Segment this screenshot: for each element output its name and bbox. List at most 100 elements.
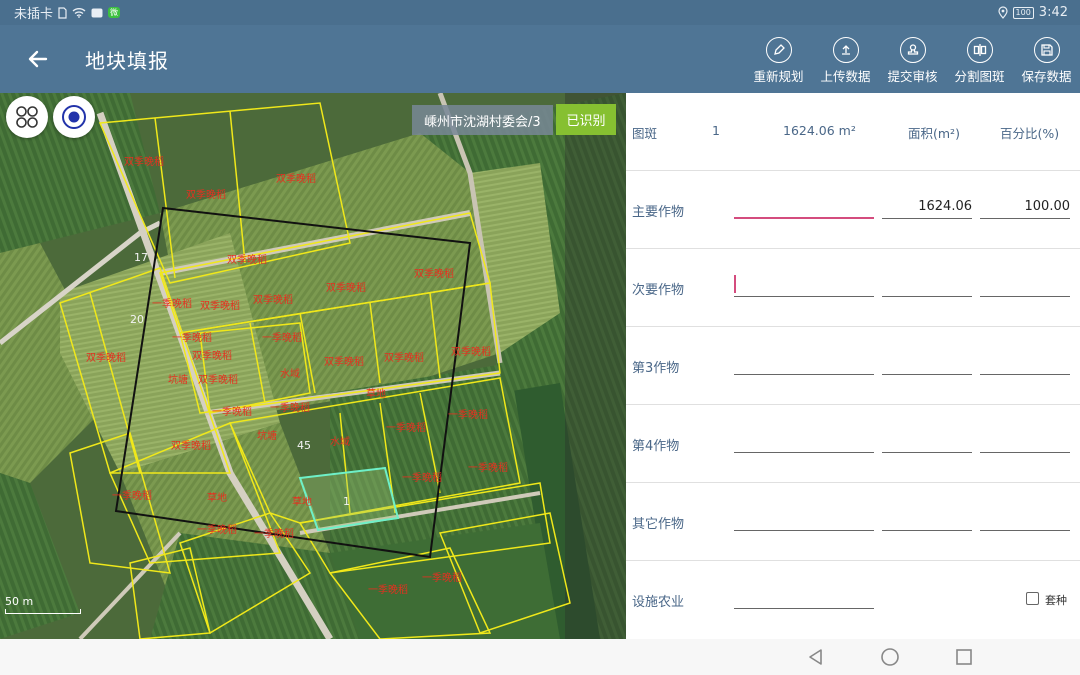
- plot-crop-label: 坑塘: [168, 375, 188, 386]
- main-crop-area-input[interactable]: 1624.06: [882, 197, 972, 219]
- system-nav-bar: [0, 639, 1080, 675]
- replan-label: 重新规划: [753, 69, 804, 84]
- page-title: 地块填报: [85, 49, 169, 73]
- upload-data-label: 上传数据: [820, 69, 871, 84]
- third-crop-area-input[interactable]: [882, 353, 972, 375]
- plot-label: 图斑: [632, 126, 658, 141]
- crop-row-label: 其它作物: [632, 517, 685, 532]
- intercrop-checkbox[interactable]: [1026, 592, 1039, 605]
- plot-crop-label: 双季晚稻: [227, 255, 267, 266]
- plot-crop-label: 一季晚稻: [152, 299, 192, 310]
- split-plot-label: 分割图斑: [954, 69, 1005, 84]
- nav-back-icon[interactable]: [806, 647, 826, 667]
- plot-crop-label: 一季晚稻: [254, 529, 294, 540]
- plot-crop-label: 一季晚稻: [368, 585, 408, 596]
- plot-crop-label: 水域: [330, 437, 350, 448]
- scale-bar: 50 m: [5, 595, 81, 614]
- plot-crop-label: 草地: [292, 497, 312, 508]
- intercrop-label: 套种: [1045, 594, 1067, 607]
- plot-crop-label: 双季晚稻: [384, 353, 424, 364]
- secondary-crop-percent-input[interactable]: [980, 275, 1070, 297]
- plot-id: 1: [712, 123, 720, 138]
- plot-number-label: 1: [343, 495, 350, 508]
- plot-area: 1624.06 m²: [783, 123, 856, 138]
- crop-row-third: 第3作物: [626, 327, 1080, 405]
- plot-crop-label: 双季晚稻: [198, 375, 238, 386]
- other-crop-percent-input[interactable]: [980, 509, 1070, 531]
- plot-crop-label: 草地: [207, 493, 227, 504]
- target-icon: [62, 105, 86, 129]
- plot-crop-label: 双季晚稻: [192, 351, 232, 362]
- upload-data-button[interactable]: 上传数据: [812, 25, 879, 93]
- clock: 3:42: [1038, 5, 1068, 20]
- wifi-icon: [72, 8, 86, 18]
- save-icon: [1033, 37, 1060, 63]
- plot-crop-label: 双季晚稻: [276, 174, 316, 185]
- plot-crop-label: 一季晚稻: [112, 491, 152, 502]
- locate-button[interactable]: [53, 96, 95, 138]
- plot-crop-label: 双季晚稻: [186, 190, 226, 201]
- replan-button[interactable]: 重新规划: [745, 25, 812, 93]
- secondary-crop-area-input[interactable]: [882, 275, 972, 297]
- status-bar: 未插卡 微 100 3:42: [0, 0, 1080, 25]
- plot-crop-label: 一季晚稻: [270, 403, 310, 414]
- plot-crop-label: 双季晚稻: [200, 301, 240, 312]
- grid-layers-icon: [16, 106, 38, 128]
- form-header: 图斑 1 1624.06 m² 面积(m²) 百分比(%): [626, 93, 1080, 171]
- crop-row-other: 其它作物: [626, 483, 1080, 561]
- plot-crop-label: 一季晚稻: [197, 525, 237, 536]
- plot-crop-label: 双季晚稻: [326, 283, 366, 294]
- plot-crop-label: 一季晚稻: [172, 333, 212, 344]
- other-crop-area-input[interactable]: [882, 509, 972, 531]
- app-bar: 地块填报 重新规划 上传数据 提交审核 分割图斑 保存数据: [0, 25, 1080, 93]
- third-crop-input[interactable]: [734, 353, 874, 375]
- plot-crop-label: 双季晚稻: [253, 295, 293, 306]
- sim-status-text: 未插卡: [14, 7, 54, 22]
- percent-column-header: 百分比(%): [1000, 126, 1060, 141]
- plot-crop-label: 一季晚稻: [448, 410, 488, 421]
- fourth-crop-area-input[interactable]: [882, 431, 972, 453]
- submit-review-button[interactable]: 提交审核: [879, 25, 946, 93]
- village-label: 嵊州市沈湖村委会/3: [412, 105, 553, 135]
- battery-icon: 100: [1012, 6, 1034, 19]
- toolbar: 重新规划 上传数据 提交审核 分割图斑 保存数据: [745, 25, 1080, 93]
- layers-button[interactable]: [6, 96, 48, 138]
- fourth-crop-input[interactable]: [734, 431, 874, 453]
- main-crop-percent-input[interactable]: 100.00: [980, 197, 1070, 219]
- facility-row: 设施农业 套种: [626, 561, 1080, 639]
- plot-number-label: 20: [130, 313, 144, 326]
- other-crop-input[interactable]: [734, 509, 874, 531]
- crop-row-secondary: 次要作物: [626, 249, 1080, 327]
- plot-crop-label: 水域: [280, 369, 300, 380]
- nav-home-icon[interactable]: [880, 647, 900, 667]
- third-crop-percent-input[interactable]: [980, 353, 1070, 375]
- plot-crop-label: 一季晚稻: [386, 423, 426, 434]
- crop-row-fourth: 第4作物: [626, 405, 1080, 483]
- nav-recents-icon[interactable]: [954, 647, 974, 667]
- plot-crop-label: 双季晚稻: [451, 347, 491, 358]
- split-icon: [966, 37, 993, 63]
- back-arrow-icon[interactable]: [24, 45, 52, 73]
- stamp-icon: [899, 37, 926, 63]
- save-data-button[interactable]: 保存数据: [1013, 25, 1080, 93]
- facility-input[interactable]: [734, 587, 874, 609]
- fourth-crop-percent-input[interactable]: [980, 431, 1070, 453]
- location-icon: [997, 6, 1008, 19]
- crop-row-label: 次要作物: [632, 283, 685, 298]
- recognized-button[interactable]: 已识别: [556, 104, 616, 135]
- plot-crop-label: 双季晚稻: [171, 441, 211, 452]
- split-plot-button[interactable]: 分割图斑: [946, 25, 1013, 93]
- map-view[interactable]: 嵊州市沈湖村委会/3 已识别 双季晚稻 双季晚稻 双季晚稻 双季晚稻 一季晚稻 双季晚稻双…: [0, 93, 626, 639]
- sim-card-icon: [58, 6, 67, 19]
- plot-number-label: 17: [134, 251, 148, 264]
- crop-row-label: 第4作物: [632, 439, 680, 454]
- area-column-header: 面积(m²): [908, 126, 960, 141]
- secondary-crop-input[interactable]: [734, 275, 874, 297]
- upload-icon: [832, 37, 859, 63]
- main-crop-input[interactable]: [734, 197, 874, 219]
- notification-icon: [91, 8, 103, 17]
- crop-row-main: 主要作物 1624.06 100.00: [626, 171, 1080, 293]
- plot-crop-label: 双季晚稻: [124, 157, 164, 168]
- crop-row-label: 第3作物: [632, 361, 680, 376]
- wechat-icon: 微: [108, 7, 121, 18]
